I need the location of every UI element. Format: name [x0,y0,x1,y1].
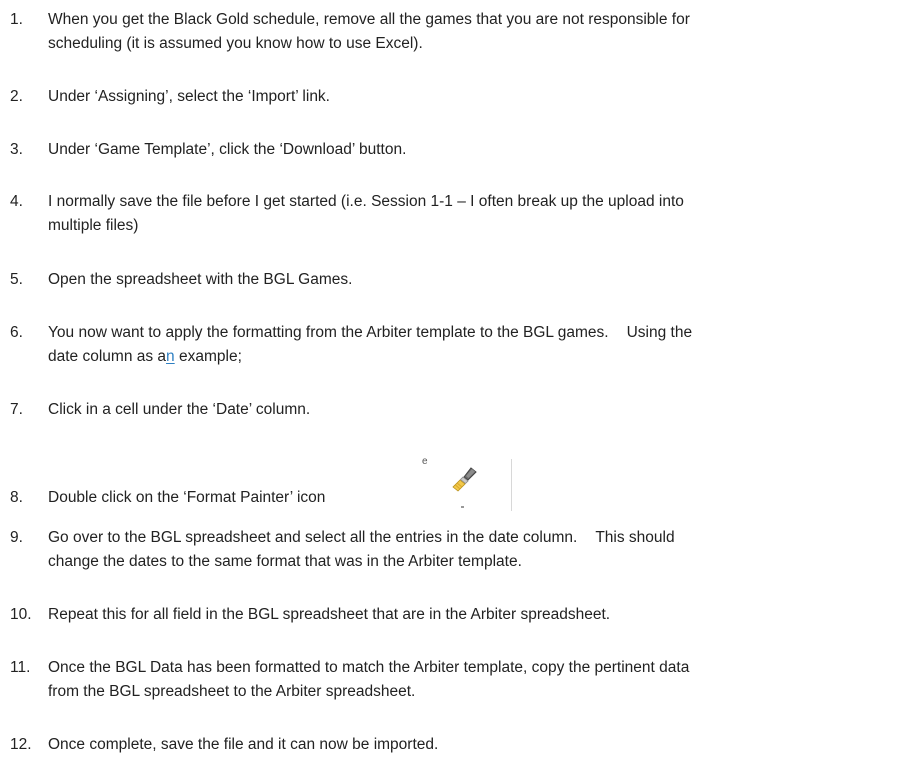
ribbon-label-fragment: e [422,456,428,467]
list-item-text: Once the BGL Data has been formatted to … [48,656,898,704]
text-line: from the BGL spreadsheet to the Arbiter … [48,683,416,700]
ribbon-divider [511,459,512,511]
text-segment: Go over to the BGL spreadsheet and selec… [48,529,578,546]
list-number: 2. [10,88,23,105]
list-number: 7. [10,401,23,418]
list-number: 9. [10,529,23,546]
list-item-text: When you get the Black Gold schedule, re… [48,8,898,56]
text-line: change the dates to the same format that… [48,553,522,570]
list-item-text: I normally save the file before I get st… [48,190,898,238]
list-number: 8. [10,489,23,506]
list-number: 12. [10,736,32,753]
document-page: 1. When you get the Black Gold schedule,… [0,0,912,779]
text-line: Once complete, save the file and it can … [48,736,439,753]
text-segment: Using the [626,324,693,341]
text-segment: You now want to apply the formatting fro… [48,324,609,341]
list-number: 10. [10,606,32,623]
format-painter-image: e [418,457,514,513]
text-segment: example; [174,348,242,365]
text-line: When you get the Black Gold schedule, re… [48,11,690,28]
list-number: 11. [10,659,31,676]
text-segment: This should [595,529,675,546]
text-line: You now want to apply the formatting fro… [48,321,898,345]
list-item-text: Under ‘Game Template’, click the ‘Downlo… [48,138,898,162]
text-line: multiple files) [48,217,139,234]
text-line: I normally save the file before I get st… [48,193,684,210]
list-item-text: Open the spreadsheet with the BGL Games. [48,268,898,292]
text-segment: date column as a [48,348,167,365]
text-line: Click in a cell under the ‘Date’ column. [48,401,311,418]
list-item-text: Under ‘Assigning’, select the ‘Import’ l… [48,85,898,109]
list-item-text: Click in a cell under the ‘Date’ column. [48,398,898,422]
list-number: 3. [10,141,23,158]
text-line: date column as an example; [48,345,898,369]
text-line: Repeat this for all field in the BGL spr… [48,606,611,623]
text-line: scheduling (it is assumed you know how t… [48,35,423,52]
text-line: Once the BGL Data has been formatted to … [48,659,690,676]
text-line: Go over to the BGL spreadsheet and selec… [48,526,898,550]
text-line: Open the spreadsheet with the BGL Games. [48,271,353,288]
text-line: Under ‘Assigning’, select the ‘Import’ l… [48,88,330,105]
text-line: Under ‘Game Template’, click the ‘Downlo… [48,141,407,158]
list-item-text: Once complete, save the file and it can … [48,733,898,757]
list-number: 5. [10,271,23,288]
list-number: 4. [10,193,23,210]
list-item-text: Repeat this for all field in the BGL spr… [48,603,898,627]
hyperlink-text[interactable]: n [166,348,175,365]
format-painter-brush-icon [452,467,477,492]
list-item-text: You now want to apply the formatting fro… [48,321,898,369]
list-item-text: Go over to the BGL spreadsheet and selec… [48,526,898,574]
list-number: 6. [10,324,23,341]
list-number: 1. [10,11,23,28]
